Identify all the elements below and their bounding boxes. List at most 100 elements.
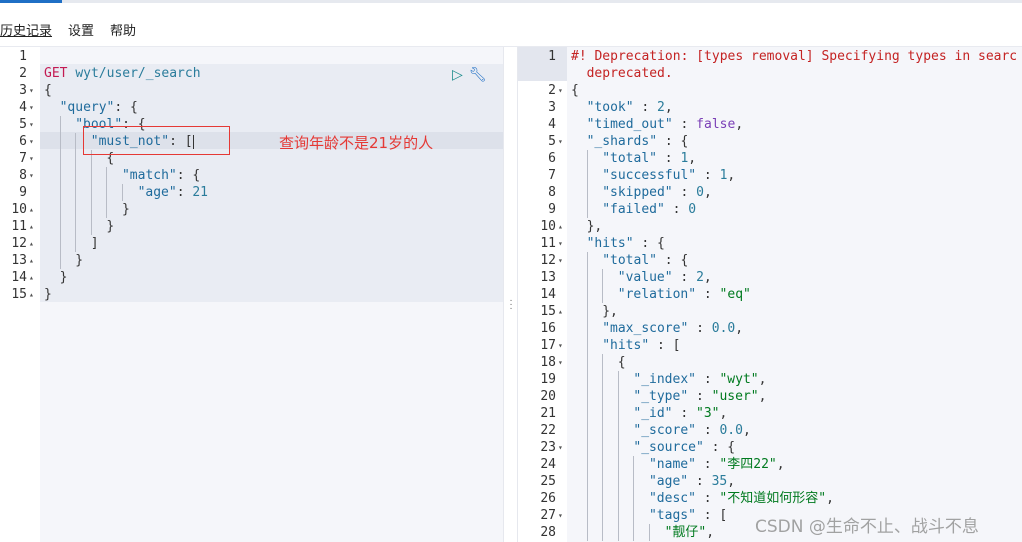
fold-end-icon[interactable]: ▴: [29, 218, 34, 235]
token-kw: false: [696, 117, 736, 132]
code-line: "successful" : 1,: [567, 167, 1022, 184]
token-key: "tags": [648, 508, 696, 523]
fold-end-icon[interactable]: ▴: [29, 235, 34, 252]
menu-settings[interactable]: 设置: [68, 20, 94, 40]
line-number: 13: [11, 253, 27, 268]
token-p: : {: [633, 236, 665, 251]
wrench-icon[interactable]: 🔧︎: [469, 66, 487, 83]
line-number: 28: [540, 525, 556, 540]
indent-guide: [59, 116, 76, 133]
code-line: }: [40, 286, 503, 303]
indent-guide: [571, 150, 587, 167]
fold-toggle-icon[interactable]: ▾: [558, 252, 563, 269]
token-p: ,: [758, 389, 767, 404]
fold-toggle-icon[interactable]: ▾: [558, 439, 563, 456]
token-url: wyt/user/_search: [75, 66, 201, 81]
menu-history[interactable]: 历史记录: [0, 20, 52, 40]
indent-guide: [617, 456, 634, 473]
indent-guide: [602, 524, 618, 541]
line-number: 11: [11, 219, 27, 234]
indent-guide: [44, 269, 60, 286]
token-p: : {: [703, 440, 736, 455]
line-number: 9: [548, 202, 556, 217]
fold-toggle-icon[interactable]: ▾: [29, 167, 34, 184]
indent-guide: [617, 490, 634, 507]
indent-guide: [121, 184, 138, 201]
fold-toggle-icon[interactable]: ▾: [558, 354, 563, 371]
token-key: "timed_out": [586, 117, 673, 132]
token-key: "successful": [602, 168, 697, 183]
indent-guide: [586, 371, 603, 388]
menu-help[interactable]: 帮助: [110, 20, 136, 40]
token-p: ]: [90, 236, 99, 251]
line-number: 6: [548, 151, 556, 166]
token-p: }: [106, 219, 115, 234]
fold-end-icon[interactable]: ▴: [558, 218, 563, 235]
active-tab-indicator[interactable]: [0, 0, 62, 3]
fold-toggle-icon[interactable]: ▾: [558, 337, 563, 354]
response-viewer[interactable]: 1 2 ▾ 3 4 5 ▾ 6 7 8 9 10 ▴ 11 ▾ 12 ▾ 13 14 15 ▴ 16 17 ▾ 18 ▾ 19 20 2…: [518, 47, 1022, 542]
fold-toggle-icon[interactable]: ▾: [558, 507, 563, 524]
fold-toggle-icon[interactable]: ▾: [29, 82, 34, 99]
indent-guide: [617, 439, 634, 456]
fold-end-icon[interactable]: ▴: [29, 201, 34, 218]
token-key: "relation": [617, 287, 697, 302]
indent-guide: [571, 490, 587, 507]
indent-guide: [571, 439, 587, 456]
indent-guide: [75, 201, 91, 218]
fold-toggle-icon[interactable]: ▾: [558, 133, 563, 150]
fold-toggle-icon[interactable]: ▾: [558, 235, 563, 252]
fold-end-icon[interactable]: ▴: [29, 286, 34, 303]
code-line: },: [567, 218, 1022, 235]
fold-toggle-icon[interactable]: ▾: [29, 116, 34, 133]
fold-end-icon[interactable]: ▴: [29, 252, 34, 269]
fold-end-icon[interactable]: ▴: [29, 269, 34, 286]
indent-guide: [602, 388, 618, 405]
indent-guide: [633, 524, 649, 541]
code-line: }: [40, 252, 503, 269]
fold-toggle-icon[interactable]: ▾: [29, 99, 34, 116]
indent-guide: [59, 201, 76, 218]
code-line: "skipped" : 0,: [567, 184, 1022, 201]
token-key: "value": [617, 270, 673, 285]
token-num: 2: [696, 270, 704, 285]
indent-guide: [571, 184, 587, 201]
token-str: "靓仔": [664, 525, 707, 540]
indent-guide: [602, 456, 618, 473]
indent-guide: [571, 99, 587, 116]
line-number: 5: [548, 134, 556, 149]
token-p: ,: [688, 151, 697, 166]
token-p: :: [672, 117, 697, 132]
pane-splitter[interactable]: · · ·: [503, 47, 518, 542]
token-num: 0.0: [711, 321, 736, 336]
indent-guide: [586, 524, 603, 541]
drag-handle-icon[interactable]: · · ·: [509, 296, 513, 314]
request-editor[interactable]: 1 2 3 ▾ 4 ▾ 5 ▾ 6 ▾ 7 ▾ 8 ▾ 9 10 ▴ 11 ▴ 12 ▴ 13 ▴ 14 ▴ 15 ▴ GET wy…: [0, 47, 503, 542]
request-code[interactable]: GET wyt/user/_search{"query": {"bool": {…: [40, 47, 503, 542]
code-line: GET wyt/user/_search: [40, 65, 503, 82]
fold-toggle-icon[interactable]: ▾: [29, 133, 34, 150]
code-line: {: [567, 354, 1022, 371]
indent-guide: [59, 184, 76, 201]
fold-end-icon[interactable]: ▴: [558, 303, 563, 320]
code-line: deprecated.: [567, 65, 1022, 82]
line-number: 17: [540, 338, 556, 353]
line-number: 4: [548, 117, 556, 132]
line-number: 2: [548, 83, 556, 98]
token-num: 0.0: [719, 423, 743, 438]
code-line: "value" : 2,: [567, 269, 1022, 286]
token-p: : {: [657, 134, 689, 149]
token-p: ,: [706, 525, 715, 540]
token-p: ,: [664, 100, 673, 115]
token-p: {: [571, 83, 579, 98]
fold-toggle-icon[interactable]: ▾: [558, 82, 563, 99]
code-line: "max_score" : 0.0,: [567, 320, 1022, 337]
line-number: 7: [19, 151, 27, 166]
token-key: "_type": [633, 389, 689, 404]
indent-guide: [106, 201, 122, 218]
request-actions: ▷ 🔧︎: [452, 66, 487, 83]
token-p: :: [672, 406, 696, 421]
line-number: 21: [540, 406, 556, 421]
fold-toggle-icon[interactable]: ▾: [29, 150, 34, 167]
play-icon[interactable]: ▷: [452, 66, 463, 83]
